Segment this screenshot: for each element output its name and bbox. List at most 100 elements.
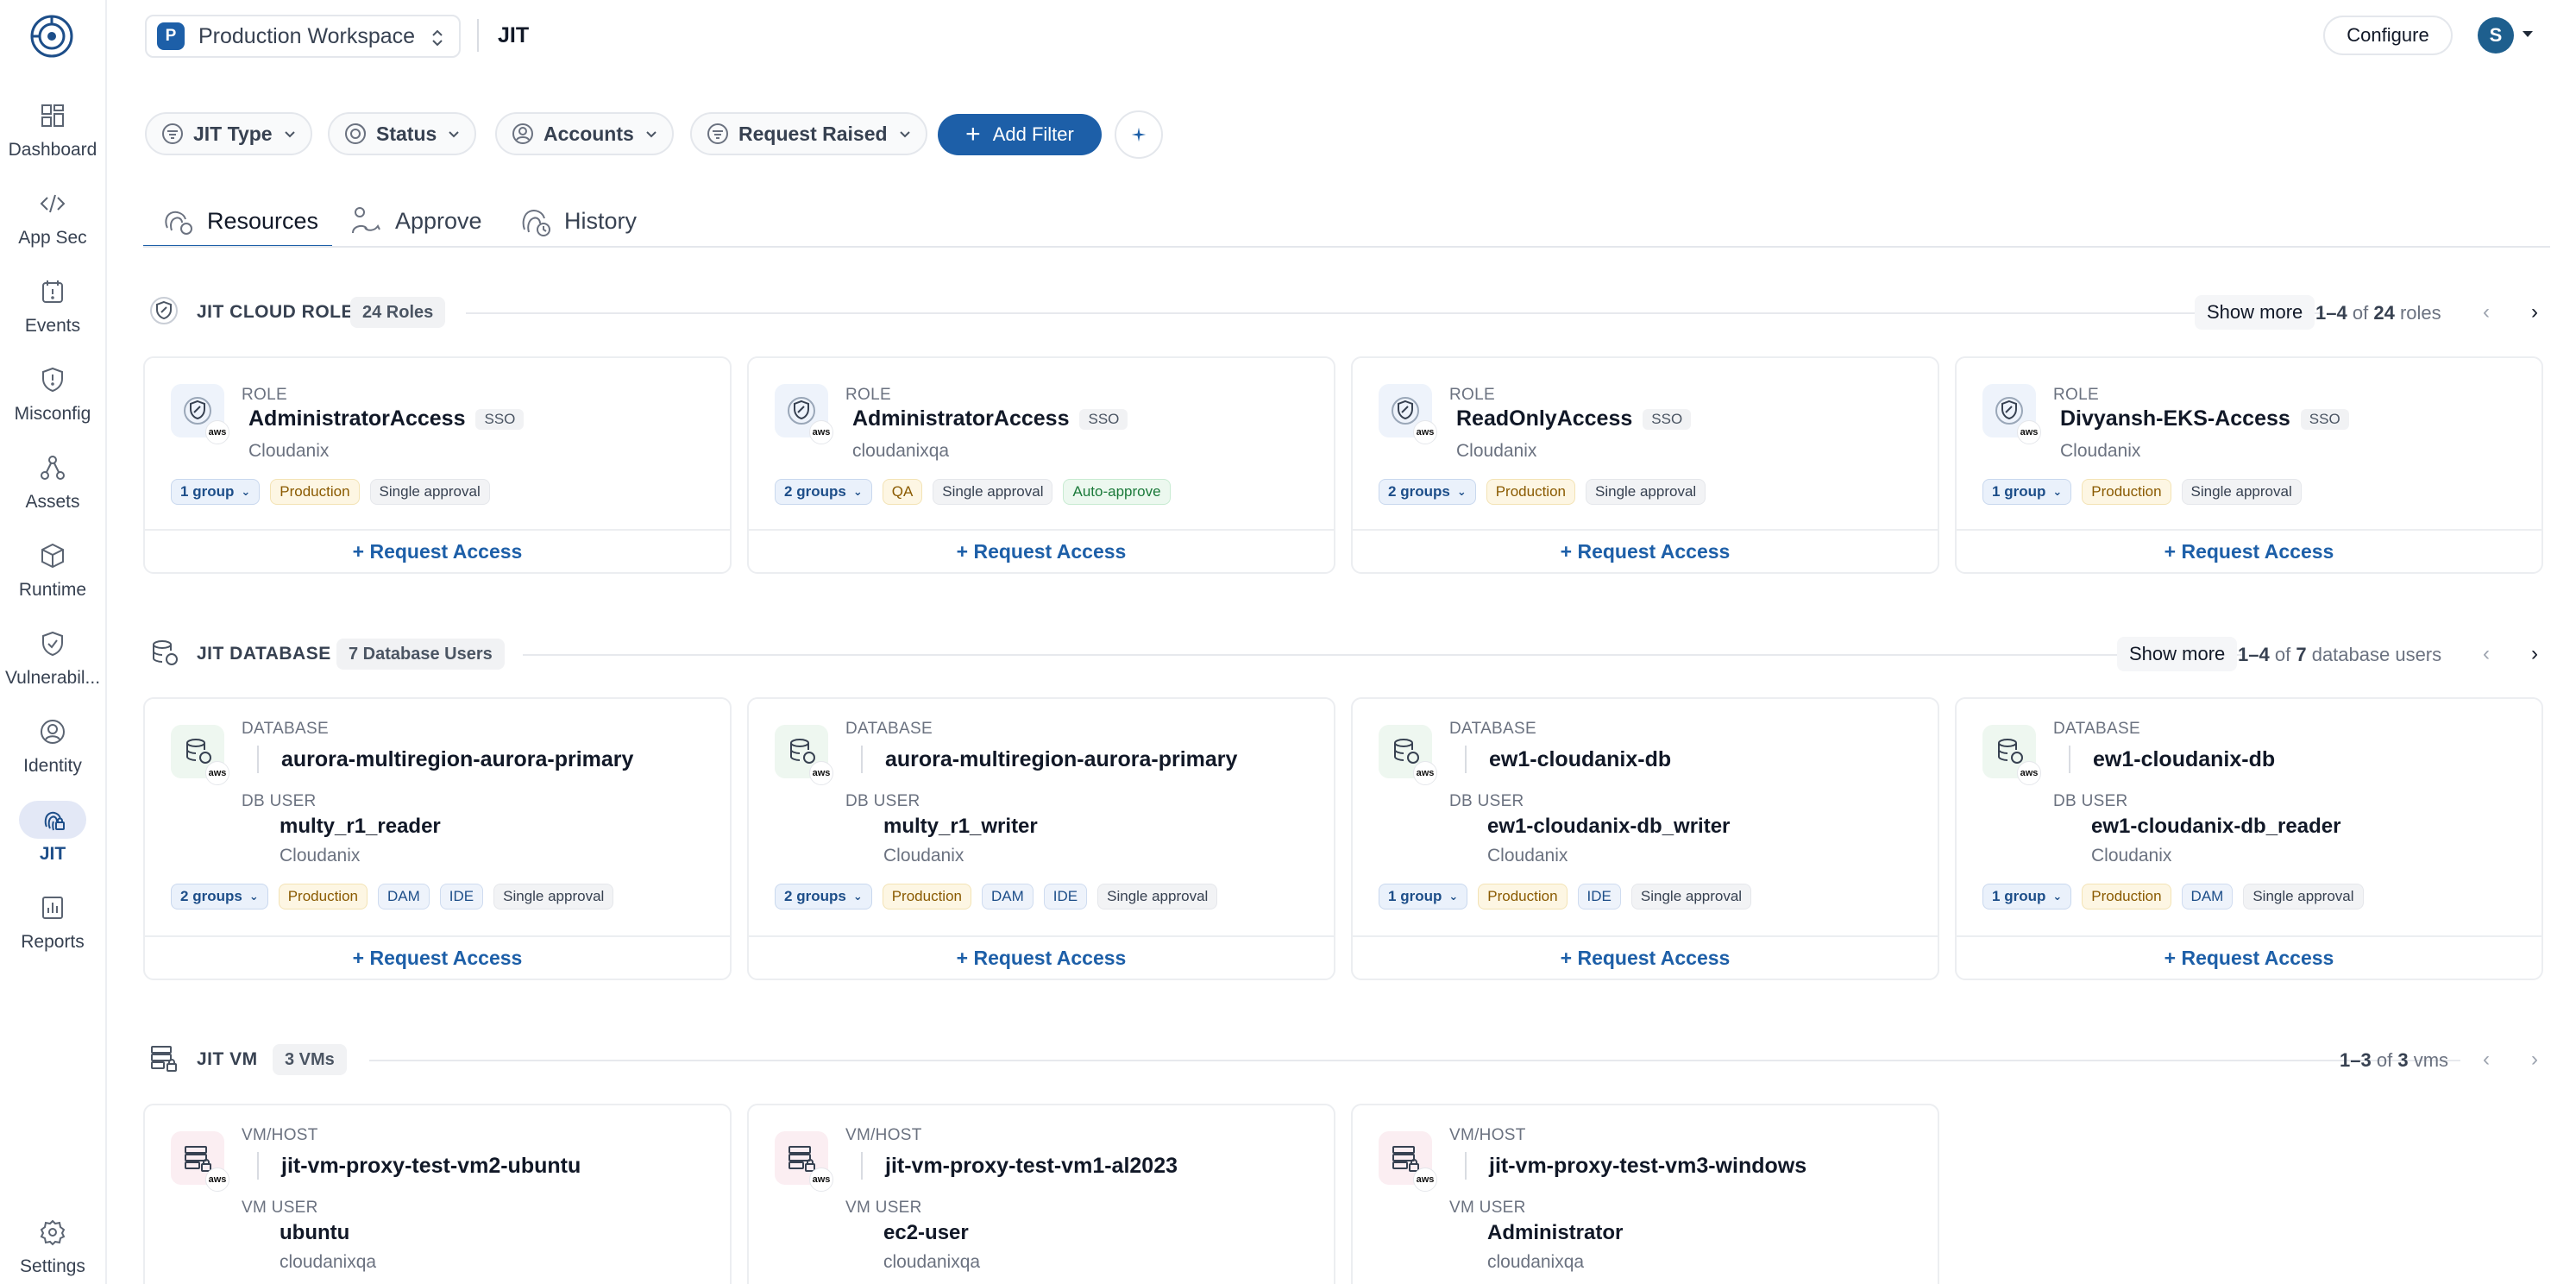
sidebar-item-jit[interactable]: JIT [0,796,105,878]
request-access-button[interactable]: + Request Access [145,529,730,572]
sso-badge: SSO [1643,409,1692,431]
workspace-selector[interactable]: P Production Workspace [145,15,461,58]
environment-tag: Production [270,479,360,505]
chevron-down-icon: ⌄ [2052,485,2063,498]
sidebar-item-label: Settings [20,1256,85,1276]
shield-alert-icon [34,361,72,399]
tab-history[interactable]: History [518,195,637,247]
section-count-badge: 7 Database Users [336,639,505,670]
approve-icon [349,204,383,238]
cloud-role-card: aws ROLE Divyansh-EKS-Access SSO Cloudani… [1955,356,2543,574]
indent-bar [861,1152,863,1180]
sidebar-item-settings[interactable]: Settings [0,1208,105,1284]
filter-accounts[interactable]: Accounts [495,112,674,155]
groups-dropdown[interactable]: 1 group ⌄ [171,479,261,505]
previous-page-icon[interactable]: ‹ [2472,640,2500,668]
database-icon: aws [1982,725,2041,785]
vm-user-name: Administrator [1487,1221,1624,1244]
database-icon: aws [171,725,229,785]
show-more-button[interactable]: Show more [2117,637,2238,671]
request-access-button[interactable]: + Request Access [145,935,730,979]
groups-dropdown[interactable]: 1 group ⌄ [1982,884,2072,910]
chevron-down-icon: ⌄ [1456,485,1467,498]
sidebar-item-label: Assets [25,492,80,512]
tag-list: 1 group ⌄ Production IDE Single approval [1379,884,1752,910]
vm-host-name: jit-vm-proxy-test-vm1-al2023 [885,1154,1178,1178]
aws-icon: aws [205,1168,229,1192]
caret-down-icon[interactable] [2523,31,2533,37]
app-logo-icon[interactable] [29,14,74,59]
next-page-icon[interactable]: › [2521,1046,2548,1073]
tag-list: 1 group ⌄ Production Single approval [171,479,490,505]
database-icon: aws [1379,725,1437,785]
indent-bar [2069,746,2070,773]
groups-dropdown[interactable]: 1 group ⌄ [1982,479,2072,505]
sidebar-item-assets[interactable]: Assets [0,444,105,526]
resource-kind: DATABASE [1449,720,1536,738]
chevron-down-icon [284,131,295,138]
request-access-button[interactable]: + Request Access [749,529,1334,572]
resource-kind: ROLE [2053,386,2099,404]
filter-request-raised[interactable]: Request Raised [690,112,927,155]
indent-bar [861,746,863,773]
aws-icon: aws [205,761,229,785]
request-access-button[interactable]: + Request Access [1957,529,2541,572]
groups-dropdown[interactable]: 2 groups ⌄ [1379,479,1476,505]
next-page-icon[interactable]: › [2521,299,2548,326]
request-access-button[interactable]: + Request Access [1353,935,1938,979]
filter-status[interactable]: Status [328,112,477,155]
vm-host-icon: aws [171,1131,229,1192]
pagination-info: 1–4 of 24 roles [2315,302,2441,324]
role-name: ReadOnlyAccess SSO [1456,406,1692,431]
request-access-button[interactable]: + Request Access [749,935,1334,979]
chevron-down-icon [449,131,460,138]
avatar[interactable]: S [2478,17,2514,54]
filter-jit-type[interactable]: JIT Type [145,112,312,155]
reports-icon [34,889,72,927]
user-kind: VM USER [242,1199,318,1217]
tab-approve[interactable]: Approve [349,195,482,247]
dashboard-icon [34,97,72,135]
approval-tag: Single approval [933,479,1053,505]
database-name: aurora-multiregion-aurora-primary [885,747,1238,771]
sidebar-item-app-sec[interactable]: App Sec [0,179,105,262]
dam-tag: DAM [982,884,1034,910]
groups-dropdown[interactable]: 2 groups ⌄ [171,884,268,910]
previous-page-icon[interactable]: ‹ [2472,299,2500,326]
groups-dropdown[interactable]: 2 groups ⌄ [775,479,872,505]
database-name: ew1-cloudanix-db [1489,747,1672,771]
chevron-down-icon: ⌄ [248,890,259,903]
account-name: Cloudanix [2091,846,2172,865]
previous-page-icon[interactable]: ‹ [2472,1046,2500,1073]
sidebar-item-reports[interactable]: Reports [0,884,105,966]
next-page-icon[interactable]: › [2521,640,2548,668]
chevron-down-icon: ⌄ [852,890,863,903]
aws-icon: aws [2017,420,2041,444]
configure-button[interactable]: Configure [2323,16,2453,55]
sidebar-item-identity[interactable]: Identity [0,708,105,790]
vm-host-icon: aws [1379,1131,1437,1192]
tab-resources[interactable]: Resources [142,195,333,248]
vm-host-name: jit-vm-proxy-test-vm2-ubuntu [281,1154,581,1178]
request-access-button[interactable]: + Request Access [1957,935,2541,979]
sparkle-icon[interactable] [1115,110,1163,159]
sso-badge: SSO [2300,409,2349,431]
vm-user-name: ec2-user [883,1221,969,1244]
sidebar-item-runtime[interactable]: Runtime [0,532,105,614]
filter-label: Accounts [543,122,634,145]
sidebar-item-vulnerabilities[interactable]: Vulnerabil... [0,620,105,702]
request-access-button[interactable]: + Request Access [1353,529,1938,572]
groups-dropdown[interactable]: 2 groups ⌄ [775,884,872,910]
add-filter-button[interactable]: + Add Filter [938,114,1102,155]
filter-label: Status [376,122,437,145]
section-count-badge: 24 Roles [350,297,446,328]
cloud-role-icon [148,295,179,326]
show-more-button[interactable]: Show more [2195,295,2315,330]
add-filter-label: Add Filter [992,123,1074,145]
sidebar-item-dashboard[interactable]: Dashboard [0,91,105,174]
database-card: aws DATABASE aurora-multiregion-aurora-p… [143,697,732,980]
sidebar-item-events[interactable]: Events [0,268,105,350]
db-user-name: multy_r1_reader [280,815,441,838]
groups-dropdown[interactable]: 1 group ⌄ [1379,884,1468,910]
sidebar-item-misconfig[interactable]: Misconfig [0,356,105,438]
